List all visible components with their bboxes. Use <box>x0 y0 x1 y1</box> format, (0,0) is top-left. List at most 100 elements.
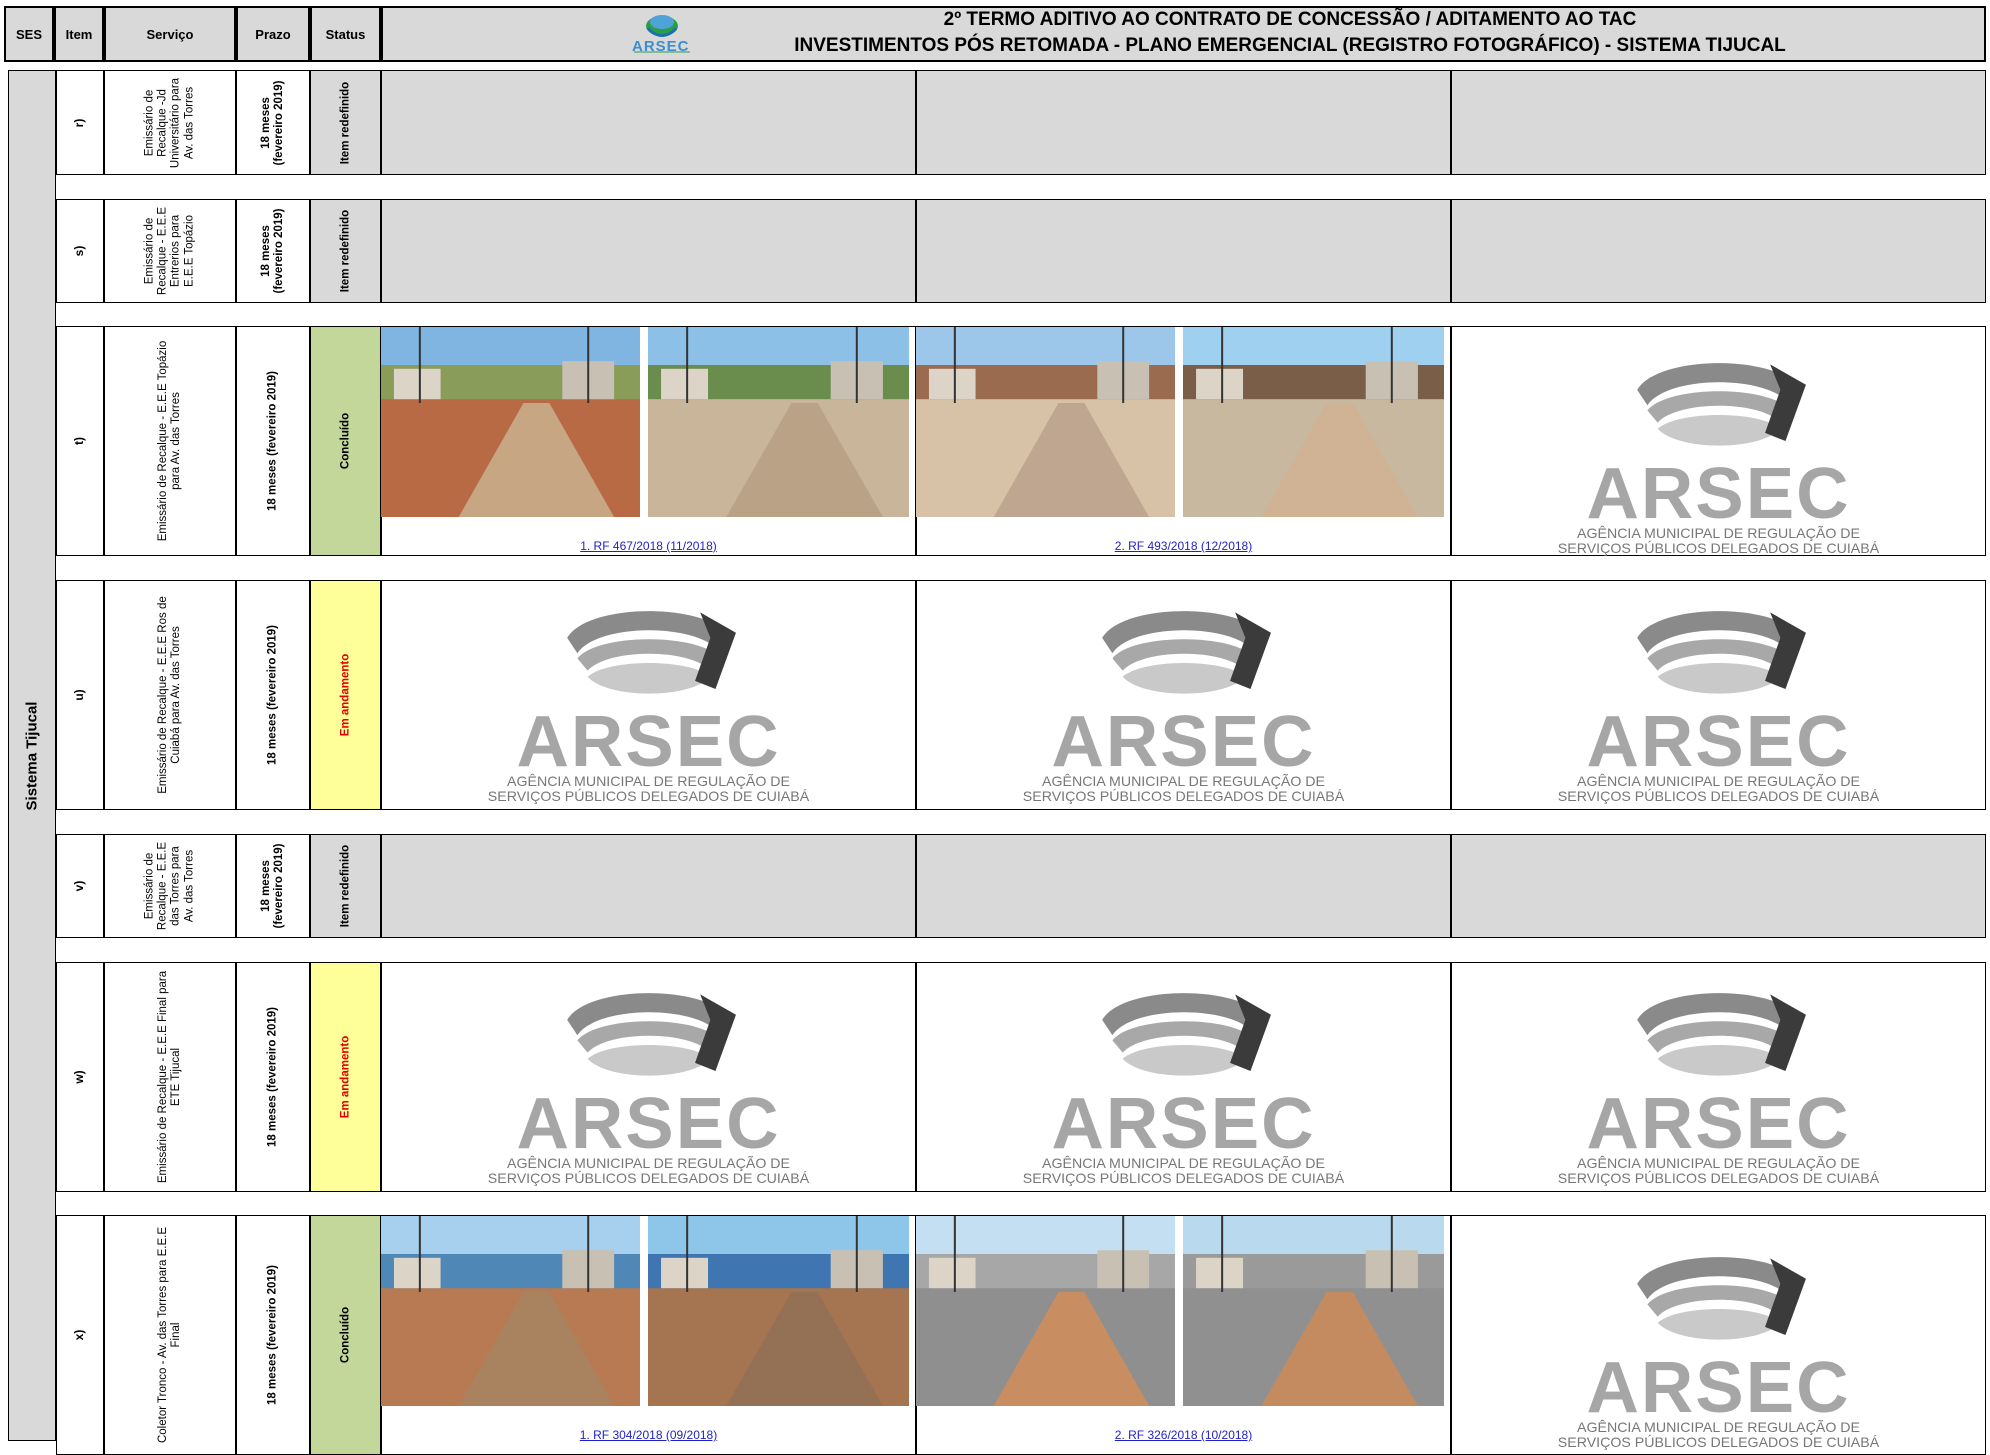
row-t-photo-1b <box>648 327 909 517</box>
row-x-item: x) <box>72 1329 87 1341</box>
row-v-photo-cell-1 <box>381 834 916 938</box>
row-s-prazo: 18 meses (fevereiro 2019) <box>259 208 285 294</box>
row-t-prazo: 18 meses (fevereiro 2019) <box>266 371 279 512</box>
row-u-prazo: 18 meses (fevereiro 2019) <box>266 625 279 766</box>
arsec-logo-name: ARSEC <box>1586 1083 1851 1165</box>
row-x-prazo-cell: 18 meses (fevereiro 2019) <box>236 1215 310 1455</box>
arsec-logo-name: ARSEC <box>1051 1083 1316 1165</box>
row-u-status-badge: Em andamento <box>338 653 351 737</box>
row-v-status-cell: Item redefinido <box>310 834 381 938</box>
row-t-item-cell: t) <box>56 326 104 556</box>
row-w-status-cell: Em andamento <box>310 962 381 1192</box>
row-t-arsec-logo-3: ARSEC AGÊNCIA MUNICIPAL DE REGULAÇÃO DE SE… <box>1554 349 1884 557</box>
col-header-servico: Serviço <box>104 6 236 62</box>
arsec-logo-subtitle-1: AGÊNCIA MUNICIPAL DE REGULAÇÃO DE <box>1041 1155 1326 1172</box>
row-t-status-badge: Concluído <box>338 412 351 470</box>
row-x-photo-2a <box>916 1216 1175 1406</box>
col-header-prazo: Prazo <box>236 6 310 62</box>
arsec-logo-subtitle-1: AGÊNCIA MUNICIPAL DE REGULAÇÃO DE <box>1576 773 1861 790</box>
row-x-prazo: 18 meses (fevereiro 2019) <box>266 1265 279 1406</box>
row-r-prazo-cell: 18 meses (fevereiro 2019) <box>236 70 310 175</box>
row-r-photo-cell-1 <box>381 70 916 175</box>
row-r-item: r) <box>72 118 87 127</box>
row-x-status-badge: Concluído <box>338 1306 351 1364</box>
arsec-logo-subtitle-2: SERVIÇOS PÚBLICOS DELEGADOS DE CUIABÁ <box>1557 789 1880 806</box>
row-v-status-badge: Item redefinido <box>338 844 351 928</box>
row-s-status-badge: Item redefinido <box>338 209 351 293</box>
arsec-logo-subtitle-1: AGÊNCIA MUNICIPAL DE REGULAÇÃO DE <box>1576 1155 1861 1172</box>
row-t-item: t) <box>72 437 87 445</box>
row-u-prazo-cell: 18 meses (fevereiro 2019) <box>236 580 310 810</box>
arsec-logo-subtitle-2: SERVIÇOS PÚBLICOS DELEGADOS DE CUIABÁ <box>1557 1435 1880 1452</box>
arsec-logo-subtitle-1: AGÊNCIA MUNICIPAL DE REGULAÇÃO DE <box>506 1155 791 1172</box>
row-v-item: v) <box>72 880 87 892</box>
page-title-line2: INVESTIMENTOS PÓS RETOMADA - PLANO EMERG… <box>794 35 1786 56</box>
row-v-photo-cell-2 <box>916 834 1451 938</box>
row-x-servico-cell: Coletor Tronco - Av. das Torres para E.E… <box>104 1215 236 1455</box>
ses-column: Sistema Tijucal <box>8 70 56 1441</box>
row-x-photo-1b <box>648 1216 909 1406</box>
row-x-caption-link-1[interactable]: 1. RF 304/2018 (09/2018) <box>381 1428 916 1442</box>
row-w-status-badge: Em andamento <box>338 1035 351 1119</box>
arsec-emblem-icon <box>1019 597 1349 710</box>
row-r-prazo: 18 meses (fevereiro 2019) <box>259 79 285 166</box>
row-s-prazo-cell: 18 meses (fevereiro 2019) <box>236 199 310 303</box>
row-s-status-cell: Item redefinido <box>310 199 381 303</box>
row-w-servico-cell: Emissário de Recalque - E.E.E Final para… <box>104 962 236 1192</box>
ses-label: Sistema Tijucal <box>23 701 41 810</box>
row-w-prazo-cell: 18 meses (fevereiro 2019) <box>236 962 310 1192</box>
row-s-servico: Emissário de Recalque - E.E.E Entrerios … <box>143 206 196 296</box>
row-w-arsec-logo-3: ARSEC AGÊNCIA MUNICIPAL DE REGULAÇÃO DE SE… <box>1554 979 1884 1187</box>
row-v-prazo-cell: 18 meses (fevereiro 2019) <box>236 834 310 938</box>
row-v-prazo: 18 meses (fevereiro 2019) <box>259 843 285 929</box>
row-r-photo-cell-2 <box>916 70 1451 175</box>
row-r-servico: Emissário de Recalque -Jd Universitário … <box>143 77 196 168</box>
row-t-servico-cell: Emissário de Recalque - E.E.E Topázio pa… <box>104 326 236 556</box>
page-title-line1: 2º TERMO ADITIVO AO CONTRATO DE CONCESSÃ… <box>943 9 1637 30</box>
arsec-logo-subtitle-2: SERVIÇOS PÚBLICOS DELEGADOS DE CUIABÁ <box>1557 541 1880 558</box>
row-x-item-cell: x) <box>56 1215 104 1455</box>
row-x-photo-2b <box>1183 1216 1444 1406</box>
row-u-status-cell: Em andamento <box>310 580 381 810</box>
row-v-servico: Emissário de Recalque - E.E.E das Torres… <box>143 841 196 931</box>
arsec-logo-subtitle-2: SERVIÇOS PÚBLICOS DELEGADOS DE CUIABÁ <box>487 1171 810 1188</box>
row-u-arsec-logo-2: ARSEC AGÊNCIA MUNICIPAL DE REGULAÇÃO DE SE… <box>1019 597 1349 805</box>
arsec-logo-subtitle-2: SERVIÇOS PÚBLICOS DELEGADOS DE CUIABÁ <box>1557 1171 1880 1188</box>
arsec-logo-name: ARSEC <box>1586 453 1851 535</box>
row-r-servico-cell: Emissário de Recalque -Jd Universitário … <box>104 70 236 175</box>
row-u-servico-cell: Emissário de Recalque - E.E.E Ros de Cui… <box>104 580 236 810</box>
row-v-servico-cell: Emissário de Recalque - E.E.E das Torres… <box>104 834 236 938</box>
arsec-logo-name: ARSEC <box>1586 701 1851 783</box>
row-v-photo-cell-3 <box>1451 834 1986 938</box>
arsec-emblem-icon <box>1554 349 1884 462</box>
arsec-emblem-icon <box>1554 979 1884 1092</box>
arsec-logo-name: ARSEC <box>516 1083 781 1165</box>
arsec-emblem-icon <box>484 979 814 1092</box>
arsec-logo-subtitle-1: AGÊNCIA MUNICIPAL DE REGULAÇÃO DE <box>506 773 791 790</box>
row-s-photo-cell-2 <box>916 199 1451 303</box>
row-u-item: u) <box>72 689 87 701</box>
arsec-logo-subtitle-2: SERVIÇOS PÚBLICOS DELEGADOS DE CUIABÁ <box>487 789 810 806</box>
row-x-caption-link-2[interactable]: 2. RF 326/2018 (10/2018) <box>916 1428 1451 1442</box>
row-u-arsec-logo-3: ARSEC AGÊNCIA MUNICIPAL DE REGULAÇÃO DE SE… <box>1554 597 1884 805</box>
row-t-servico: Emissário de Recalque - E.E.E Topázio pa… <box>156 340 182 542</box>
row-s-photo-cell-3 <box>1451 199 1986 303</box>
row-x-servico: Coletor Tronco - Av. das Torres para E.E… <box>156 1226 182 1444</box>
row-u-servico: Emissário de Recalque - E.E.E Ros de Cui… <box>156 596 182 794</box>
row-s-photo-cell-1 <box>381 199 916 303</box>
row-r-status-badge: Item redefinido <box>338 81 351 164</box>
row-u-arsec-logo-1: ARSEC AGÊNCIA MUNICIPAL DE REGULAÇÃO DE SE… <box>484 597 814 805</box>
arsec-logo-subtitle-2: SERVIÇOS PÚBLICOS DELEGADOS DE CUIABÁ <box>1022 1171 1345 1188</box>
row-t-caption-link-2[interactable]: 2. RF 493/2018 (12/2018) <box>916 539 1451 553</box>
row-t-caption-link-1[interactable]: 1. RF 467/2018 (11/2018) <box>381 539 916 553</box>
arsec-emblem-icon <box>1554 597 1884 710</box>
arsec-logo-subtitle-1: AGÊNCIA MUNICIPAL DE REGULAÇÃO DE <box>1576 1419 1861 1436</box>
row-v-item-cell: v) <box>56 834 104 938</box>
arsec-logo-subtitle-1: AGÊNCIA MUNICIPAL DE REGULAÇÃO DE <box>1576 525 1861 542</box>
row-s-item-cell: s) <box>56 199 104 303</box>
col-header-ses: SES <box>4 6 54 62</box>
row-w-prazo: 18 meses (fevereiro 2019) <box>266 1007 279 1148</box>
arsec-emblem-icon <box>1554 1243 1884 1356</box>
row-s-item: s) <box>72 245 87 257</box>
arsec-emblem-icon <box>484 597 814 710</box>
